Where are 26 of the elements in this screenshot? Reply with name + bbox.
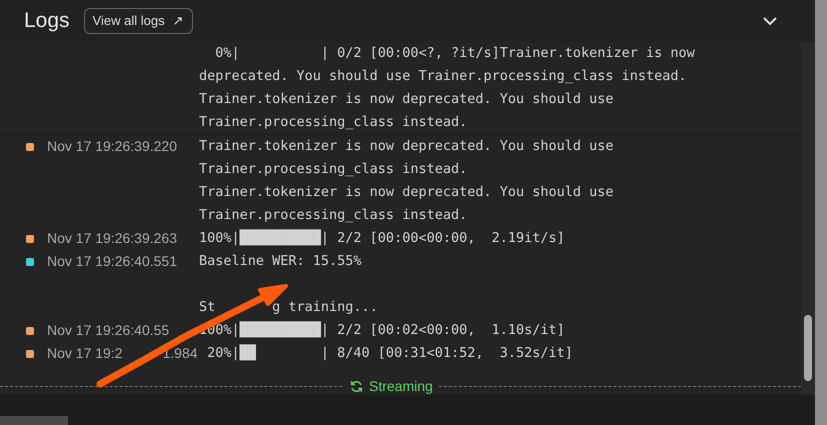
log-text: Trainer.tokenizer is now deprecated. You should use [199,183,614,202]
log-text: Trainer.processing_class instead. [199,160,468,179]
chevron-down-icon[interactable] [763,16,777,26]
timestamp: Nov 17 19:26:39.220 [47,137,177,156]
horizontal-scrollbar-thumb[interactable] [0,416,68,425]
log-text: 100%|██████████| 2/2 [00:00<00:00, 2.19it/s] [199,228,565,248]
timestamp: Nov 17 19:2 [47,344,122,363]
log-text: 100%|██████████| 2/2 [00:02<00:00, 1.10s/it] [199,320,565,340]
log-text: g training... [272,298,378,317]
timestamp: Nov 17 19:26:39.263 [47,229,177,248]
refresh-icon [350,380,363,392]
log-text: St [199,298,216,317]
panel-title: Logs [24,8,70,34]
log-text: Trainer.processing_class instead. [199,206,468,225]
log-text: Trainer.processing_class instead. [199,113,468,132]
log-text: 0%| | 0/2 [00:00<?, ?it/s]Trainer.tokenizer is now [214,44,695,63]
log-text: Trainer.tokenizer is now deprecated. You should use [199,90,614,109]
scrollbar-thumb[interactable] [804,315,812,381]
timestamp: Nov 17 19:26:40.551 [47,252,177,271]
timestamp: Nov 17 19:26:40.55 [47,321,170,340]
log-text: deprecated. You should use Trainer.processing_class instead. [199,67,687,86]
log-text: Baseline WER: 15.55% [199,252,362,271]
view-all-logs-link[interactable]: View all logs ↗ [84,8,193,34]
log-text: 20%|██ | 8/40 [00:31<01:52, 3.52s/it] [206,343,573,363]
page-scrollbar[interactable] [815,0,827,425]
log-text: Trainer.tokenizer is now deprecated. You should use [199,137,614,156]
